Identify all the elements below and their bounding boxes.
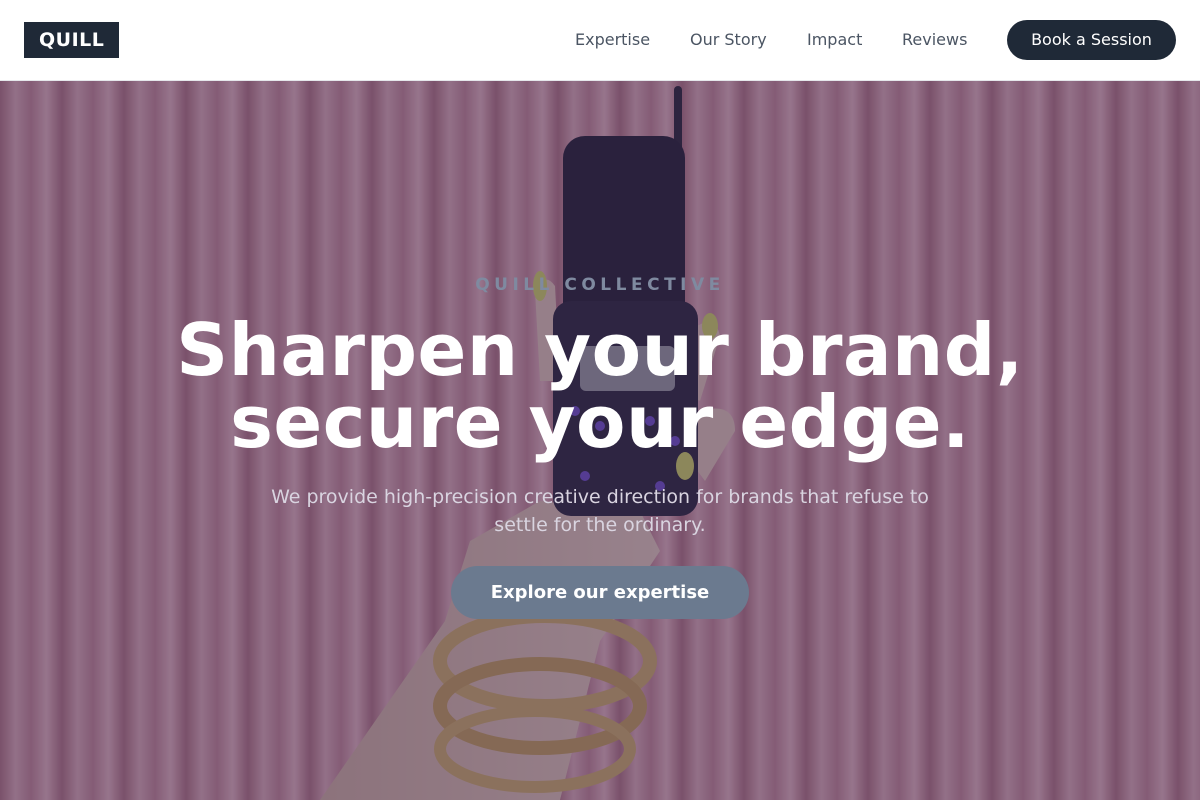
hero-headline-line-2: secure your edge. [230,380,970,464]
nav-link-impact[interactable]: Impact [807,28,862,52]
explore-expertise-button[interactable]: Explore our expertise [451,566,749,619]
book-session-button[interactable]: Book a Session [1007,20,1176,60]
hero-section: QUILL COLLECTIVE Sharpen your brand, sec… [0,81,1200,800]
nav-link-our-story[interactable]: Our Story [690,28,767,52]
site-header: QUILL Expertise Our Story Impact Reviews… [0,0,1200,81]
nav-link-expertise[interactable]: Expertise [575,28,650,52]
hero-headline-line-1: Sharpen your brand, [176,308,1024,392]
hero-headline: Sharpen your brand, secure your edge. [100,314,1100,458]
nav-link-reviews[interactable]: Reviews [902,28,967,52]
hero-subtext: We provide high-precision creative direc… [271,486,929,536]
hero-eyebrow: QUILL COLLECTIVE [475,275,725,295]
brand-logo[interactable]: QUILL [24,22,120,58]
